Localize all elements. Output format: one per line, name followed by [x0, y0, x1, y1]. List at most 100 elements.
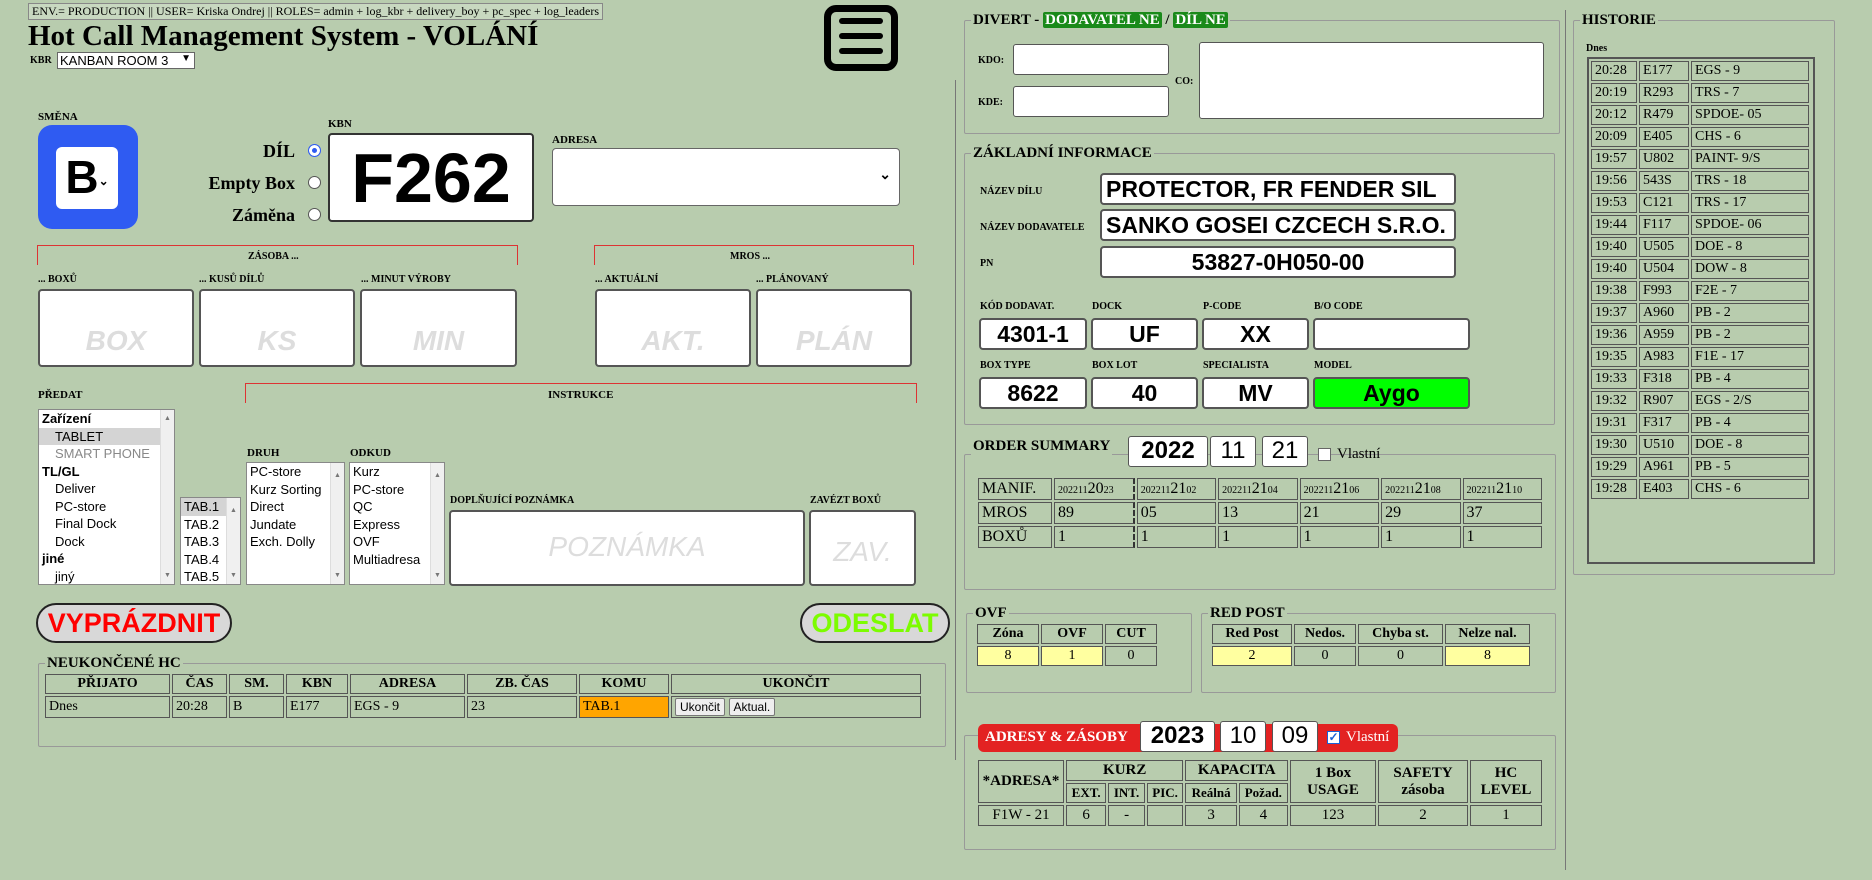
- table-row: 19:28 E403 CHS - 6: [1591, 479, 1809, 499]
- smena-select[interactable]: B⌄: [38, 125, 138, 229]
- hist-time: 19:40: [1591, 259, 1637, 279]
- list-item: jiné: [42, 551, 65, 566]
- radio-dil[interactable]: [308, 144, 321, 157]
- predat-list[interactable]: Zařízení TABLET SMART PHONE TL/GL Delive…: [38, 409, 175, 585]
- odkud-list[interactable]: Kurz PC-store QC Express OVF Multiadresa…: [349, 462, 445, 585]
- akt-label: ... AKTUÁLNÍ: [595, 274, 659, 285]
- table-row: 19:56 543S TRS - 18: [1591, 171, 1809, 191]
- scrollbar[interactable]: ▲ ▼: [330, 463, 344, 584]
- poznamka-input[interactable]: POZNÁMKA: [449, 510, 805, 586]
- kbn-input[interactable]: F262: [328, 133, 534, 222]
- radio-zamena[interactable]: [308, 208, 321, 221]
- zavezt-input[interactable]: ZAV.: [809, 510, 916, 586]
- hist-adresa: TRS - 7: [1691, 83, 1809, 103]
- cell: 123: [1290, 805, 1376, 826]
- co-input[interactable]: [1199, 42, 1544, 119]
- col-header: PŘIJATO: [45, 674, 170, 694]
- kde-input[interactable]: [1013, 86, 1169, 117]
- ad-year-input[interactable]: 2023: [1140, 721, 1215, 752]
- spec-label: SPECIALISTA: [1203, 360, 1269, 371]
- os-day-input[interactable]: 21: [1262, 436, 1308, 467]
- smena-label: SMĚNA: [38, 111, 78, 123]
- cell: 2: [1378, 805, 1468, 826]
- vyprazdnit-button[interactable]: VYPRÁZDNIT: [36, 603, 232, 643]
- red-post-legend: RED POST: [1210, 605, 1285, 621]
- col-header: SAFETY zásoba: [1378, 760, 1468, 803]
- cell-cas: 20:28: [172, 696, 227, 718]
- divert-dil-badge: DÍL NE: [1173, 12, 1228, 28]
- list-item[interactable]: SMART PHONE: [39, 445, 174, 463]
- col-header: KOMU: [579, 674, 669, 694]
- hist-time: 20:19: [1591, 83, 1637, 103]
- hist-adresa: TRS - 18: [1691, 171, 1809, 191]
- hist-kbn: A959: [1639, 325, 1689, 345]
- table-row: F1W - 21 6 - 3 4 123 2 1: [978, 805, 1542, 826]
- chevron-down-icon: ⌄: [879, 168, 891, 183]
- list-item[interactable]: Deliver: [39, 480, 174, 498]
- scrollbar[interactable]: ▲ ▼: [160, 410, 174, 584]
- kdo-input[interactable]: [1013, 44, 1169, 75]
- plan-input[interactable]: PLÁN: [756, 289, 912, 367]
- os-vlastni-checkbox[interactable]: [1318, 448, 1331, 461]
- col-header: SM.: [229, 674, 284, 694]
- kbr-select[interactable]: KANBAN ROOM 3 ▼: [57, 52, 195, 69]
- scrollbar[interactable]: ▲ ▼: [226, 498, 240, 584]
- cell-kbn: E177: [286, 696, 348, 718]
- chevron-down-icon: ▼: [181, 53, 191, 64]
- boxu-cell: 1: [1381, 526, 1461, 548]
- table-row: 20:09 E405 CHS - 6: [1591, 127, 1809, 147]
- manif-cell: 2022112106: [1299, 478, 1380, 500]
- kbn-label: KBN: [328, 118, 352, 130]
- list-item[interactable]: TABLET: [39, 427, 174, 445]
- list-item: Zařízení: [42, 411, 92, 426]
- red-post-value: 2: [1212, 646, 1292, 666]
- table-row: 19:37 A960 PB - 2: [1591, 303, 1809, 323]
- scrollbar[interactable]: ▲ ▼: [430, 463, 444, 584]
- col-header: PIC.: [1146, 783, 1184, 803]
- neukoncene-legend: NEUKONČENÉ HC: [47, 655, 181, 671]
- tab-list[interactable]: TAB.1 TAB.2 TAB.3 TAB.4 TAB.5 ▲ ▼: [180, 497, 241, 585]
- table-row: MROS 89 05 13 21 29 37: [978, 502, 1542, 524]
- plan-label: ... PLÁNOVANÝ: [756, 274, 829, 285]
- hist-time: 19:36: [1591, 325, 1637, 345]
- poznamka-label: DOPLŇUJÍCÍ POZNÁMKA: [450, 495, 575, 506]
- order-summary-table: MANIF. 2022112023 2022112102 2022112104 …: [976, 476, 1544, 550]
- druh-list[interactable]: PC-store Kurz Sorting Direct Jundate Exc…: [246, 462, 345, 585]
- smena-value: B: [65, 151, 99, 203]
- list-item[interactable]: PC-store: [39, 498, 174, 516]
- akt-input[interactable]: AKT.: [595, 289, 751, 367]
- hist-kbn: R293: [1639, 83, 1689, 103]
- nazev-dilu-label: NÁZEV DÍLU: [980, 186, 1043, 197]
- ad-month-input[interactable]: 10: [1220, 721, 1266, 752]
- co-label: CO:: [1175, 76, 1194, 87]
- cell-zb-cas: 23: [467, 696, 577, 718]
- odeslat-button[interactable]: ODESLAT: [800, 603, 950, 643]
- list-item[interactable]: Final Dock: [39, 515, 174, 533]
- kod-label: KÓD DODAVAT.: [980, 301, 1055, 312]
- hamburger-menu-icon[interactable]: [824, 5, 898, 71]
- os-year-input[interactable]: 2022: [1128, 436, 1208, 467]
- kod-value: 4301-1: [979, 318, 1087, 350]
- ks-input[interactable]: KS: [199, 289, 355, 367]
- boxu-cell: 1: [1054, 526, 1135, 548]
- aktual-button[interactable]: Aktual.: [728, 698, 776, 716]
- hist-kbn: A983: [1639, 347, 1689, 367]
- os-month-input[interactable]: 11: [1210, 436, 1256, 467]
- list-item[interactable]: Dock: [39, 533, 174, 551]
- cell: 6: [1066, 805, 1107, 826]
- ad-vlastni-checkbox[interactable]: ✓: [1327, 731, 1340, 744]
- predat-label: PŘEDAT: [38, 389, 83, 401]
- adresa-select[interactable]: ⌄: [552, 148, 900, 206]
- ukoncit-button[interactable]: Ukončit: [675, 698, 726, 716]
- cell-prijato: Dnes: [45, 696, 170, 718]
- hist-adresa: SPDOE- 06: [1691, 215, 1809, 235]
- box-input[interactable]: BOX: [38, 289, 194, 367]
- zakladni-legend: ZÁKLADNÍ INFORMACE: [973, 145, 1152, 161]
- list-item[interactable]: jiný: [39, 568, 174, 585]
- hist-kbn: F318: [1639, 369, 1689, 389]
- ad-day-input[interactable]: 09: [1272, 721, 1318, 752]
- radio-empty-box[interactable]: [308, 176, 321, 189]
- min-input[interactable]: MIN: [360, 289, 517, 367]
- historie-legend: HISTORIE: [1582, 12, 1656, 28]
- col-header: KAPACITA: [1185, 760, 1288, 781]
